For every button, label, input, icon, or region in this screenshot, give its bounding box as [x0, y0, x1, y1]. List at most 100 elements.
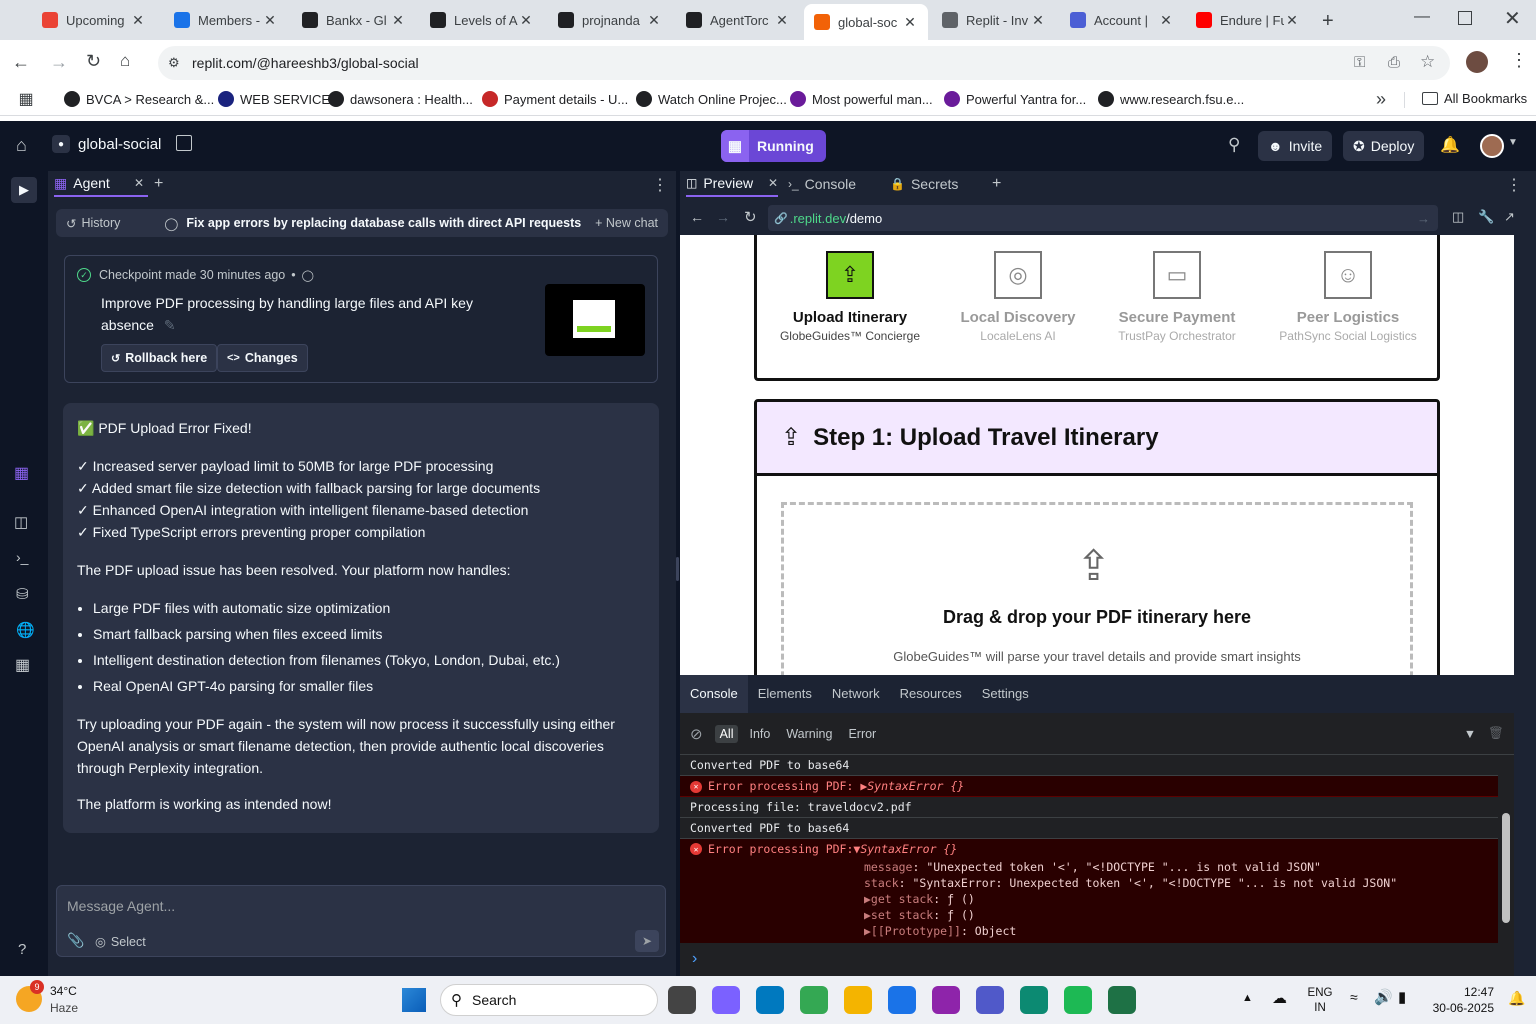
log-detail[interactable]: ▶SyntaxError {}	[860, 779, 964, 793]
tab-preview[interactable]: ◫ Preview ✕	[686, 171, 778, 197]
devtools-tab-elements[interactable]: Elements	[748, 675, 822, 713]
new-tab-icon[interactable]: +	[1322, 10, 1334, 33]
devtools-tab-settings[interactable]: Settings	[972, 675, 1039, 713]
clock[interactable]: 12:47 30-06-2025	[1424, 984, 1494, 1016]
browser-tab[interactable]: projnanda ✕	[548, 4, 672, 36]
close-icon[interactable]: ✕	[134, 176, 144, 190]
devtools-wrench-icon[interactable]: 🔧	[1478, 209, 1494, 225]
devtools-tab-network[interactable]: Network	[822, 675, 890, 713]
open-new-tab-icon[interactable]: ↗	[1504, 209, 1515, 225]
filter-warning[interactable]: Warning	[781, 725, 837, 743]
all-bookmarks[interactable]: All Bookmarks	[1422, 91, 1527, 106]
error-property-key[interactable]: stack	[864, 876, 899, 890]
devtools-tab-resources[interactable]: Resources	[890, 675, 972, 713]
all-tools-icon[interactable]: ▦	[15, 655, 30, 675]
expanded-error[interactable]: ✕ Error processing PDF: ▼SyntaxError {} …	[680, 839, 1498, 943]
close-tab-icon[interactable]: ✕	[390, 12, 406, 29]
attach-paperclip-icon[interactable]: 📎	[67, 932, 84, 949]
close-tab-icon[interactable]: ✕	[130, 12, 146, 29]
filter-funnel-icon[interactable]: ▼	[1464, 727, 1476, 741]
go-arrow-icon[interactable]: →	[1417, 211, 1430, 226]
browser-tab[interactable]: Replit - Inv ✕	[932, 4, 1056, 36]
changes-button[interactable]: <> Changes	[217, 344, 308, 372]
bookmark-item[interactable]: www.research.fsu.e...	[1098, 91, 1244, 107]
bookmarks-more-button[interactable]: »	[1376, 89, 1386, 110]
reload-icon[interactable]: ↻	[86, 51, 101, 72]
menu-kebab-icon[interactable]: ⋮	[1510, 50, 1528, 71]
webview-url-bar[interactable]: 🔗 .replit.dev /demo →	[768, 205, 1438, 231]
deploy-button[interactable]: ✪ Deploy	[1343, 131, 1425, 161]
windows-start-icon[interactable]	[402, 988, 426, 1012]
project-files-icon[interactable]	[176, 135, 192, 151]
tab-agent[interactable]: ▦ Agent ✕	[54, 171, 148, 197]
bookmark-item[interactable]: Payment details - U...	[482, 91, 628, 107]
apps-grid-icon[interactable]: ▦	[18, 91, 34, 108]
browser-tab[interactable]: AgentTorc ✕	[676, 4, 800, 36]
error-property-key[interactable]: ▶get stack	[864, 892, 933, 906]
browser-tab[interactable]: Account | ✕	[1060, 4, 1184, 36]
chrome-icon[interactable]	[800, 986, 828, 1014]
close-tab-icon[interactable]: ✕	[1158, 12, 1174, 29]
tab-console[interactable]: ›_ Console	[788, 171, 856, 197]
excel-icon[interactable]	[1108, 986, 1136, 1014]
bookmark-item[interactable]: WEB SERVICE	[218, 91, 330, 107]
checkpoint-thumbnail[interactable]	[545, 284, 645, 356]
devtools-tab-console[interactable]: Console	[680, 675, 748, 713]
bookmark-item[interactable]: BVCA > Research &...	[64, 91, 214, 107]
console-scrollbar[interactable]	[1500, 755, 1514, 947]
close-tab-icon[interactable]: ✕	[262, 12, 278, 29]
tab-secrets[interactable]: 🔒 Secrets	[890, 171, 958, 197]
forward-icon[interactable]: →	[716, 209, 730, 225]
browser-tab[interactable]: Endure | Fu ✕	[1186, 4, 1310, 36]
dropzone[interactable]: ⇪ Drag & drop your PDF itinerary here Gl…	[781, 502, 1413, 675]
shell-icon[interactable]: ›_	[16, 549, 28, 565]
agent-icon[interactable]: ▦	[14, 463, 29, 483]
copilot-icon[interactable]	[712, 986, 740, 1014]
add-tab-icon[interactable]: +	[992, 175, 1001, 193]
edit-pencil-icon[interactable]: ✎	[164, 314, 176, 336]
pane-resize-handle[interactable]	[676, 557, 679, 581]
browser-tab[interactable]: global-soc ✕	[804, 4, 928, 40]
trello-icon[interactable]	[756, 986, 784, 1014]
browser-tab[interactable]: Members - ✕	[164, 4, 288, 36]
spotify-icon[interactable]	[1064, 986, 1092, 1014]
file-explorer-dark-icon[interactable]	[668, 986, 696, 1014]
snip-icon[interactable]	[932, 986, 960, 1014]
history-button[interactable]: ↺ History	[56, 216, 120, 231]
site-info-icon[interactable]: ⚙	[168, 55, 180, 71]
filter-all[interactable]: All	[714, 724, 739, 743]
error-property-key[interactable]: ▶set stack	[864, 908, 933, 922]
weather-widget[interactable]: 9 34°C Haze	[16, 980, 116, 1018]
edge-icon[interactable]	[1020, 986, 1048, 1014]
battery-icon[interactable]: ▮	[1398, 988, 1406, 1006]
teams-icon[interactable]	[976, 986, 1004, 1014]
close-tab-icon[interactable]: ✕	[902, 14, 918, 31]
select-element-button[interactable]: ◎ Select	[95, 934, 146, 950]
close-tab-icon[interactable]: ✕	[646, 12, 662, 29]
send-icon[interactable]: ➤	[635, 930, 659, 952]
folder-icon[interactable]	[844, 986, 872, 1014]
close-icon[interactable]: ✕	[768, 176, 778, 190]
wifi-icon[interactable]: ≈	[1350, 989, 1358, 1005]
feature-step[interactable]: ⇪ Upload Itinerary GlobeGuides™ Concierge	[775, 251, 925, 343]
database-icon[interactable]: ⛁	[16, 585, 29, 603]
tray-chevron-up-icon[interactable]: ▲	[1242, 992, 1253, 1004]
cloud-icon[interactable]: ☁	[1272, 989, 1287, 1007]
filter-error[interactable]: Error	[843, 725, 881, 743]
rollback-button[interactable]: ↺ Rollback here	[101, 344, 218, 372]
feature-step[interactable]: ▭ Secure Payment TrustPay Orchestrator	[1102, 251, 1252, 343]
bookmark-item[interactable]: Most powerful man...	[790, 91, 933, 107]
notification-bell-icon[interactable]: 🔔	[1508, 990, 1525, 1007]
invite-button[interactable]: ☻ Invite	[1258, 131, 1333, 161]
add-tab-icon[interactable]: +	[154, 175, 163, 193]
install-app-icon[interactable]: ⎙	[1388, 54, 1400, 71]
search-icon[interactable]: ⚲	[1228, 135, 1240, 155]
device-icon[interactable]: ◫	[1452, 209, 1464, 225]
close-window-icon[interactable]: ✕	[1504, 6, 1521, 31]
pane-menu-icon[interactable]: ⋮	[652, 175, 668, 195]
bookmark-item[interactable]: Powerful Yantra for...	[944, 91, 1086, 107]
feature-step[interactable]: ☺ Peer Logistics PathSync Social Logistics	[1273, 251, 1423, 343]
close-tab-icon[interactable]: ✕	[774, 12, 790, 29]
reload-icon[interactable]: ↻	[744, 208, 757, 226]
bookmark-star-icon[interactable]: ☆	[1420, 52, 1435, 72]
